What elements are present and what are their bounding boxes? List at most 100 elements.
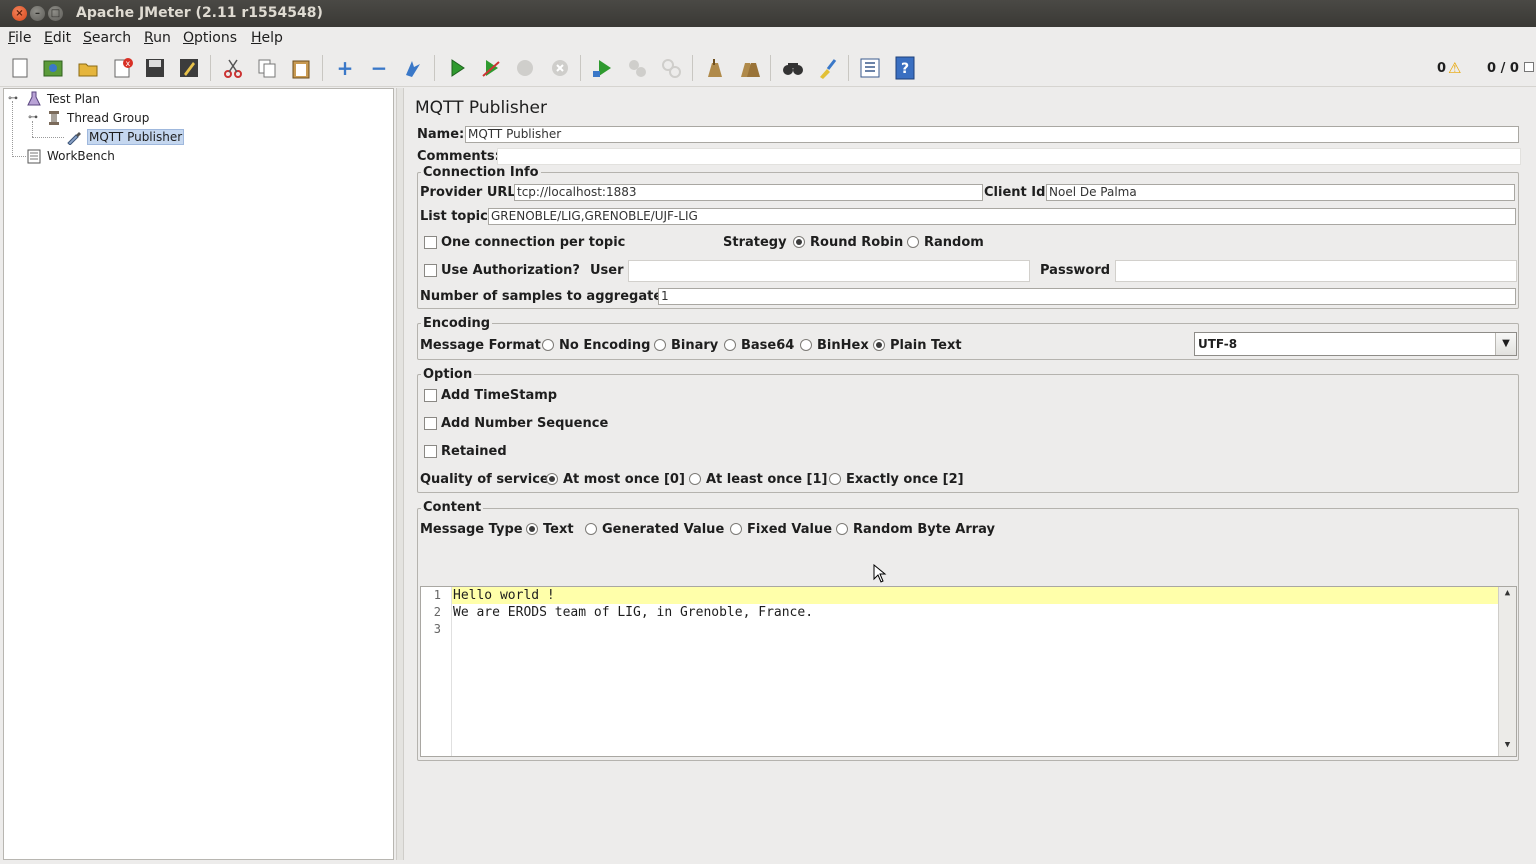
window-maximize-button[interactable]: □	[48, 6, 63, 21]
samples-field[interactable]: 1	[658, 288, 1516, 305]
type-fixed-value-radio[interactable]	[730, 523, 742, 535]
warning-icon[interactable]: ⚠	[1448, 59, 1461, 77]
thread-count: 0 / 0	[1487, 61, 1519, 76]
clear-all-icon[interactable]	[733, 52, 765, 84]
password-field[interactable]	[1115, 260, 1517, 282]
copy-icon[interactable]	[251, 52, 283, 84]
format-no-encoding-radio[interactable]	[542, 339, 554, 351]
function-helper-icon[interactable]	[854, 52, 886, 84]
qos-at-most-once-radio[interactable]	[546, 473, 558, 485]
cut-icon[interactable]	[217, 52, 249, 84]
comments-field[interactable]	[497, 148, 1521, 165]
message-editor[interactable]: 1 2 3 Hello world ! We are ERODS team of…	[420, 586, 1517, 757]
strategy-random-label: Random	[924, 235, 984, 250]
menu-options[interactable]: Options	[183, 30, 237, 46]
svg-text:x: x	[126, 59, 131, 68]
panel-splitter[interactable]	[396, 88, 404, 860]
menu-search[interactable]: Search	[83, 30, 131, 46]
test-plan-tree: ⊶ ⊶ Test Plan Thread Group MQTT Publishe…	[3, 88, 394, 860]
remote-shutdown-icon[interactable]	[655, 52, 687, 84]
remote-start-icon[interactable]	[586, 52, 618, 84]
start-icon[interactable]	[441, 52, 473, 84]
format-base64-radio[interactable]	[724, 339, 736, 351]
toolbar-separator	[692, 55, 693, 81]
editor-scrollbar[interactable]: ▲ ▼	[1498, 587, 1516, 756]
remote-stop-icon[interactable]	[621, 52, 653, 84]
menu-file[interactable]: File	[8, 30, 31, 46]
menu-bar: File Edit Search Run Options Help	[0, 27, 1536, 49]
qos-at-most-once-label: At most once [0]	[563, 472, 685, 487]
list-topic-field[interactable]: GRENOBLE/LIG,GRENOBLE/UJF-LIG	[488, 208, 1516, 225]
collapse-icon[interactable]: −	[363, 52, 395, 84]
tree-node-thread-group[interactable]: Thread Group	[46, 108, 149, 127]
open-icon[interactable]	[72, 52, 104, 84]
user-label: User	[590, 263, 624, 278]
client-id-field[interactable]: Noel De Palma	[1046, 184, 1515, 201]
qos-at-least-once-radio[interactable]	[689, 473, 701, 485]
tree-node-workbench[interactable]: WorkBench	[26, 146, 115, 165]
type-generated-value-radio[interactable]	[585, 523, 597, 535]
start-no-timers-icon[interactable]	[475, 52, 507, 84]
spool-icon	[46, 110, 62, 126]
editor-line: Hello world !	[452, 587, 1498, 604]
scroll-up-icon[interactable]: ▲	[1499, 588, 1516, 603]
chevron-down-icon[interactable]: ▼	[1495, 333, 1516, 355]
menu-help[interactable]: Help	[251, 30, 283, 46]
format-plain-text-label: Plain Text	[890, 338, 962, 353]
password-label: Password	[1040, 263, 1111, 278]
tree-node-label: Thread Group	[67, 110, 150, 125]
encoding-title: Encoding	[421, 316, 493, 331]
line-number-gutter: 1 2 3	[421, 587, 452, 756]
use-authorization-checkbox[interactable]	[424, 264, 437, 277]
toolbar: x + − ? 0 ⚠ 0 / 0	[0, 49, 1536, 87]
name-field[interactable]: MQTT Publisher	[465, 126, 1519, 143]
editor-line: We are ERODS team of LIG, in Grenoble, F…	[453, 605, 814, 620]
help-icon[interactable]: ?	[889, 52, 921, 84]
new-icon[interactable]	[4, 52, 36, 84]
window-title: Apache JMeter (2.11 r1554548)	[76, 5, 323, 21]
stop-icon[interactable]	[509, 52, 541, 84]
menu-run[interactable]: Run	[144, 30, 171, 46]
toggle-icon[interactable]	[397, 52, 429, 84]
tree-node-mqtt-publisher[interactable]: MQTT Publisher	[66, 127, 185, 146]
templates-icon[interactable]	[37, 52, 69, 84]
type-text-radio[interactable]	[526, 523, 538, 535]
window-close-button[interactable]: ×	[12, 6, 27, 21]
provider-url-field[interactable]: tcp://localhost:1883	[514, 184, 983, 201]
strategy-random-radio[interactable]	[907, 236, 919, 248]
expander-icon[interactable]: ⊶	[28, 112, 38, 123]
window-titlebar: × – □ Apache JMeter (2.11 r1554548)	[0, 0, 1536, 27]
tree-node-test-plan[interactable]: Test Plan	[26, 89, 100, 108]
sampler-panel: MQTT Publisher Name: MQTT Publisher Comm…	[406, 88, 1532, 860]
type-random-byte-array-radio[interactable]	[836, 523, 848, 535]
format-plain-text-radio[interactable]	[873, 339, 885, 351]
scroll-down-icon[interactable]: ▼	[1499, 740, 1516, 755]
expander-icon[interactable]: ⊶	[8, 93, 18, 104]
paste-icon[interactable]	[285, 52, 317, 84]
clear-icon[interactable]	[698, 52, 730, 84]
search-icon[interactable]	[777, 52, 809, 84]
message-format-label: Message Format	[420, 338, 541, 353]
expand-icon[interactable]: +	[329, 52, 361, 84]
charset-select[interactable]: UTF-8 ▼	[1194, 332, 1517, 356]
shutdown-icon[interactable]	[544, 52, 576, 84]
menu-edit[interactable]: Edit	[44, 30, 71, 46]
save-icon[interactable]	[139, 52, 171, 84]
reset-search-icon[interactable]	[811, 52, 843, 84]
format-binary-radio[interactable]	[654, 339, 666, 351]
add-timestamp-checkbox[interactable]	[424, 389, 437, 402]
strategy-round-robin-radio[interactable]	[793, 236, 805, 248]
add-timestamp-label: Add TimeStamp	[441, 388, 558, 403]
close-icon[interactable]: x	[107, 52, 139, 84]
provider-url-label: Provider URL	[420, 185, 516, 200]
clipboard-icon	[26, 148, 42, 164]
user-field[interactable]	[628, 260, 1030, 282]
add-number-sequence-checkbox[interactable]	[424, 417, 437, 430]
qos-exactly-once-radio[interactable]	[829, 473, 841, 485]
format-binhex-radio[interactable]	[800, 339, 812, 351]
save-as-icon[interactable]	[173, 52, 205, 84]
retained-checkbox[interactable]	[424, 445, 437, 458]
one-connection-checkbox[interactable]	[424, 236, 437, 249]
toolbar-separator	[434, 55, 435, 81]
window-minimize-button[interactable]: –	[30, 6, 45, 21]
